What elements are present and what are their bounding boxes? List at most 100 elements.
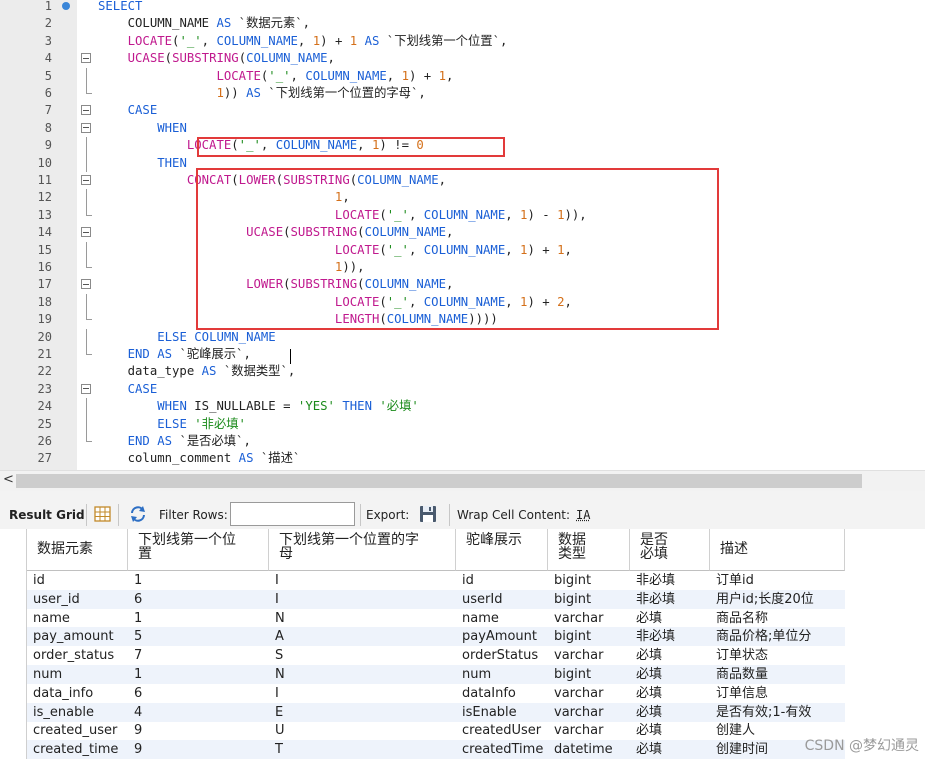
table-cell[interactable]: 订单信息 [710, 684, 845, 703]
code-text[interactable]: 1)) AS `下划线第一个位置的字母`, [98, 85, 425, 102]
column-header[interactable]: 数据元素 [27, 529, 128, 571]
table-cell[interactable]: dataInfo [456, 684, 548, 703]
fold-toggle-icon[interactable] [81, 383, 91, 394]
table-cell[interactable]: E [269, 703, 456, 722]
table-row[interactable]: name 1 Nname varchar 必填 商品名称 [27, 609, 845, 628]
table-cell[interactable]: createdTime [456, 740, 548, 759]
table-cell[interactable]: order_status [27, 646, 128, 665]
filter-refresh-icon[interactable] [128, 504, 148, 524]
column-header[interactable]: 驼峰展示 [456, 529, 548, 571]
table-cell[interactable]: datetime [548, 740, 630, 759]
grid-view-icon[interactable] [93, 504, 113, 524]
table-row[interactable]: order_status 7 SorderStatus varchar 必填 订单状态 [27, 646, 845, 665]
code-text[interactable]: WHEN [98, 120, 187, 137]
table-cell[interactable]: name [27, 609, 128, 628]
table-cell[interactable]: 必填 [630, 609, 710, 628]
table-cell[interactable]: 1 [128, 571, 269, 590]
table-cell[interactable]: S [269, 646, 456, 665]
table-cell[interactable]: 是否有效;1-有效 [710, 703, 845, 722]
table-cell[interactable]: 必填 [630, 665, 710, 684]
table-cell[interactable]: orderStatus [456, 646, 548, 665]
column-header[interactable]: 下划线第一个位置 [128, 529, 269, 571]
table-cell[interactable]: N [269, 609, 456, 628]
code-text[interactable]: END AS `驼峰展示`, [98, 346, 251, 363]
code-text[interactable]: LOCATE('_', COLUMN_NAME, 1) + 1 AS `下划线第… [98, 33, 508, 50]
table-cell[interactable]: varchar [548, 721, 630, 740]
table-row[interactable]: user_id 6 IuserId bigint 非必填 用户id;长度20位 [27, 589, 845, 609]
table-cell[interactable]: 非必填 [630, 590, 710, 609]
table-cell[interactable]: 非必填 [630, 571, 710, 590]
code-text[interactable]: LOCATE('_', COLUMN_NAME, 1) + 1, [98, 68, 453, 85]
table-cell[interactable]: num [27, 665, 128, 684]
table-cell[interactable]: created_user [27, 721, 128, 740]
export-save-icon[interactable] [418, 504, 438, 524]
table-cell[interactable]: varchar [548, 684, 630, 703]
code-line[interactable]: 2 COLUMN_NAME AS `数据元素`, [0, 15, 925, 32]
table-cell[interactable]: 9 [128, 721, 269, 740]
table-row[interactable]: is_enable 4 EisEnable varchar 必填 是否有效;1-有效 [27, 702, 845, 722]
table-cell[interactable]: 6 [128, 684, 269, 703]
code-text[interactable]: data_type AS `数据类型`, [98, 363, 296, 380]
column-header[interactable]: 数据类型 [548, 529, 630, 571]
fold-toggle-icon[interactable] [81, 175, 91, 185]
code-line[interactable]: 8 WHEN [0, 120, 925, 137]
table-cell[interactable]: bigint [548, 590, 630, 609]
table-cell[interactable]: N [269, 665, 456, 684]
code-text[interactable]: THEN [98, 155, 187, 172]
table-cell[interactable]: createdUser [456, 721, 548, 740]
table-cell[interactable]: varchar [548, 646, 630, 665]
table-row[interactable]: num 1 Nnum bigint 必填 商品数量 [27, 665, 845, 684]
code-line[interactable]: 27 column_comment AS `描述` [0, 450, 925, 467]
code-text[interactable]: CASE [98, 381, 158, 398]
table-cell[interactable]: 订单id [710, 571, 845, 590]
table-cell[interactable]: payAmount [456, 627, 548, 646]
code-line[interactable]: 3 LOCATE('_', COLUMN_NAME, 1) + 1 AS `下划… [0, 33, 925, 50]
scrollbar-thumb[interactable] [16, 474, 862, 488]
table-cell[interactable]: name [456, 609, 548, 628]
table-cell[interactable]: bigint [548, 627, 630, 646]
horizontal-scrollbar[interactable]: < [0, 470, 925, 491]
table-cell[interactable]: varchar [548, 609, 630, 628]
code-line[interactable]: 5 LOCATE('_', COLUMN_NAME, 1) + 1, [0, 67, 925, 85]
table-cell[interactable]: 用户id;长度20位 [710, 590, 845, 609]
code-line[interactable]: 26 END AS `是否必填`, [0, 433, 925, 450]
table-cell[interactable]: I [269, 590, 456, 609]
filter-rows-input[interactable] [230, 502, 355, 526]
code-text[interactable]: ELSE '非必填' [98, 416, 246, 433]
table-cell[interactable]: pay_amount [27, 627, 128, 646]
code-line[interactable]: 25 ELSE '非必填' [0, 415, 925, 433]
table-cell[interactable]: T [269, 740, 456, 759]
table-row[interactable]: created_time 9 TcreatedTime datetime 必填 创建时间 [27, 740, 845, 759]
table-row[interactable]: data_info 6 IdataInfo varchar 必填 订单信息 [27, 684, 845, 703]
code-text[interactable]: column_comment AS `描述` [98, 450, 301, 467]
code-text[interactable]: END AS `是否必填`, [98, 433, 251, 450]
table-cell[interactable]: is_enable [27, 703, 128, 722]
result-grid-tab[interactable]: Result Grid [9, 508, 85, 522]
code-text[interactable]: WHEN IS_NULLABLE = 'YES' THEN '必填' [98, 398, 419, 415]
table-cell[interactable]: bigint [548, 571, 630, 590]
table-cell[interactable]: 非必填 [630, 627, 710, 646]
code-line[interactable]: 4 UCASE(SUBSTRING(COLUMN_NAME, [0, 50, 925, 67]
table-cell[interactable]: 必填 [630, 740, 710, 759]
table-cell[interactable]: 必填 [630, 703, 710, 722]
table-cell[interactable]: 7 [128, 646, 269, 665]
code-line[interactable]: 24 WHEN IS_NULLABLE = 'YES' THEN '必填' [0, 398, 925, 416]
code-text[interactable]: COLUMN_NAME AS `数据元素`, [98, 15, 310, 32]
column-header[interactable]: 描述 [710, 529, 845, 571]
sql-editor[interactable]: 1 SELECT 2 COLUMN_NAME AS `数据元素`, 3 LOCATE(… [0, 0, 925, 470]
code-line[interactable]: 22 data_type AS `数据类型`, [0, 363, 925, 380]
table-cell[interactable]: 4 [128, 703, 269, 722]
table-cell[interactable]: isEnable [456, 703, 548, 722]
table-cell[interactable]: 订单状态 [710, 646, 845, 665]
table-cell[interactable]: I [269, 684, 456, 703]
table-cell[interactable]: id [27, 571, 128, 590]
table-cell[interactable]: id [456, 571, 548, 590]
table-cell[interactable]: created_time [27, 740, 128, 759]
table-cell[interactable]: num [456, 665, 548, 684]
code-text[interactable]: CASE [98, 102, 158, 119]
result-grid[interactable]: 数据元素 下划线第一个位置 下划线第一个位置的字母 驼峰展示 数据类型 是否必填 描述 id… [0, 529, 925, 759]
code-line[interactable]: 20 ELSE COLUMN_NAME [0, 328, 925, 346]
table-cell[interactable]: 必填 [630, 646, 710, 665]
fold-toggle-icon[interactable] [81, 105, 91, 116]
column-header[interactable]: 是否必填 [630, 529, 710, 571]
